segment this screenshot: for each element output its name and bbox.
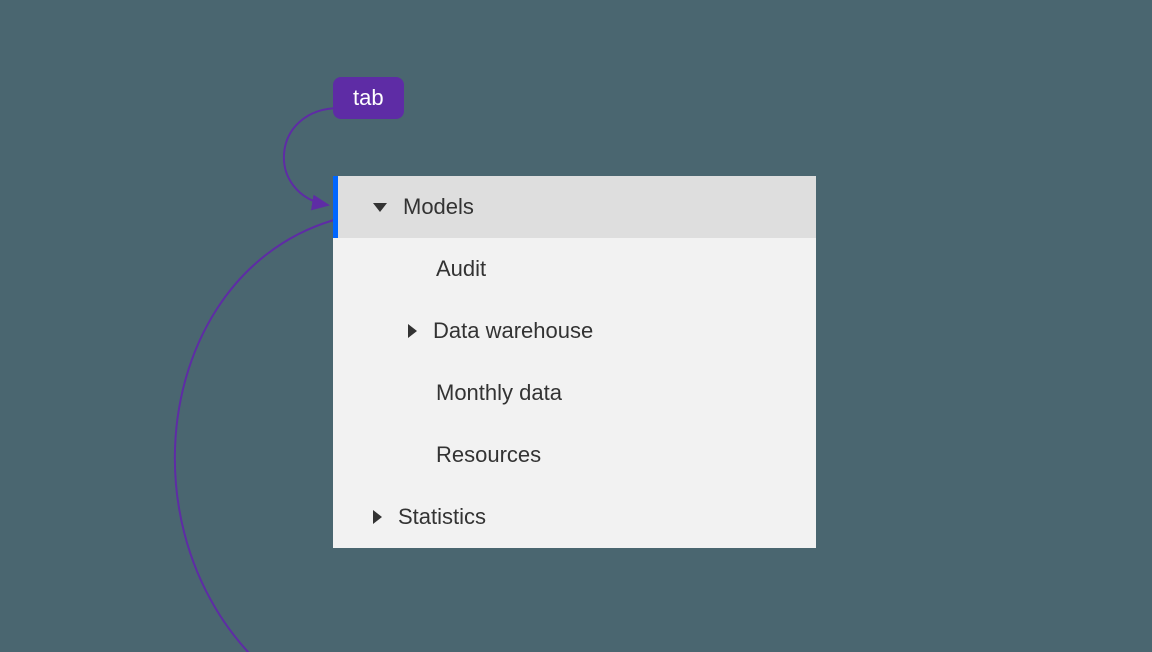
annotation-badge-label: tab [353,85,384,110]
tree-item-resources[interactable]: Resources [333,424,816,486]
caret-right-icon [373,510,382,524]
tree-item-audit[interactable]: Audit [333,238,816,300]
annotation-badge-tab: tab [333,77,404,119]
tree-view-panel: Models Audit Data warehouse Monthly data… [333,176,816,548]
tree-item-label: Data warehouse [433,318,593,344]
tree-item-label: Models [403,194,474,220]
tree-item-label: Audit [436,256,486,282]
tree-item-models[interactable]: Models [333,176,816,238]
tree-item-data-warehouse[interactable]: Data warehouse [333,300,816,362]
caret-right-icon [408,324,417,338]
tree-item-label: Resources [436,442,541,468]
tree-item-label: Monthly data [436,380,562,406]
tree-item-monthly-data[interactable]: Monthly data [333,362,816,424]
tree-item-label: Statistics [398,504,486,530]
caret-down-icon [373,203,387,212]
tree-item-statistics[interactable]: Statistics [333,486,816,548]
